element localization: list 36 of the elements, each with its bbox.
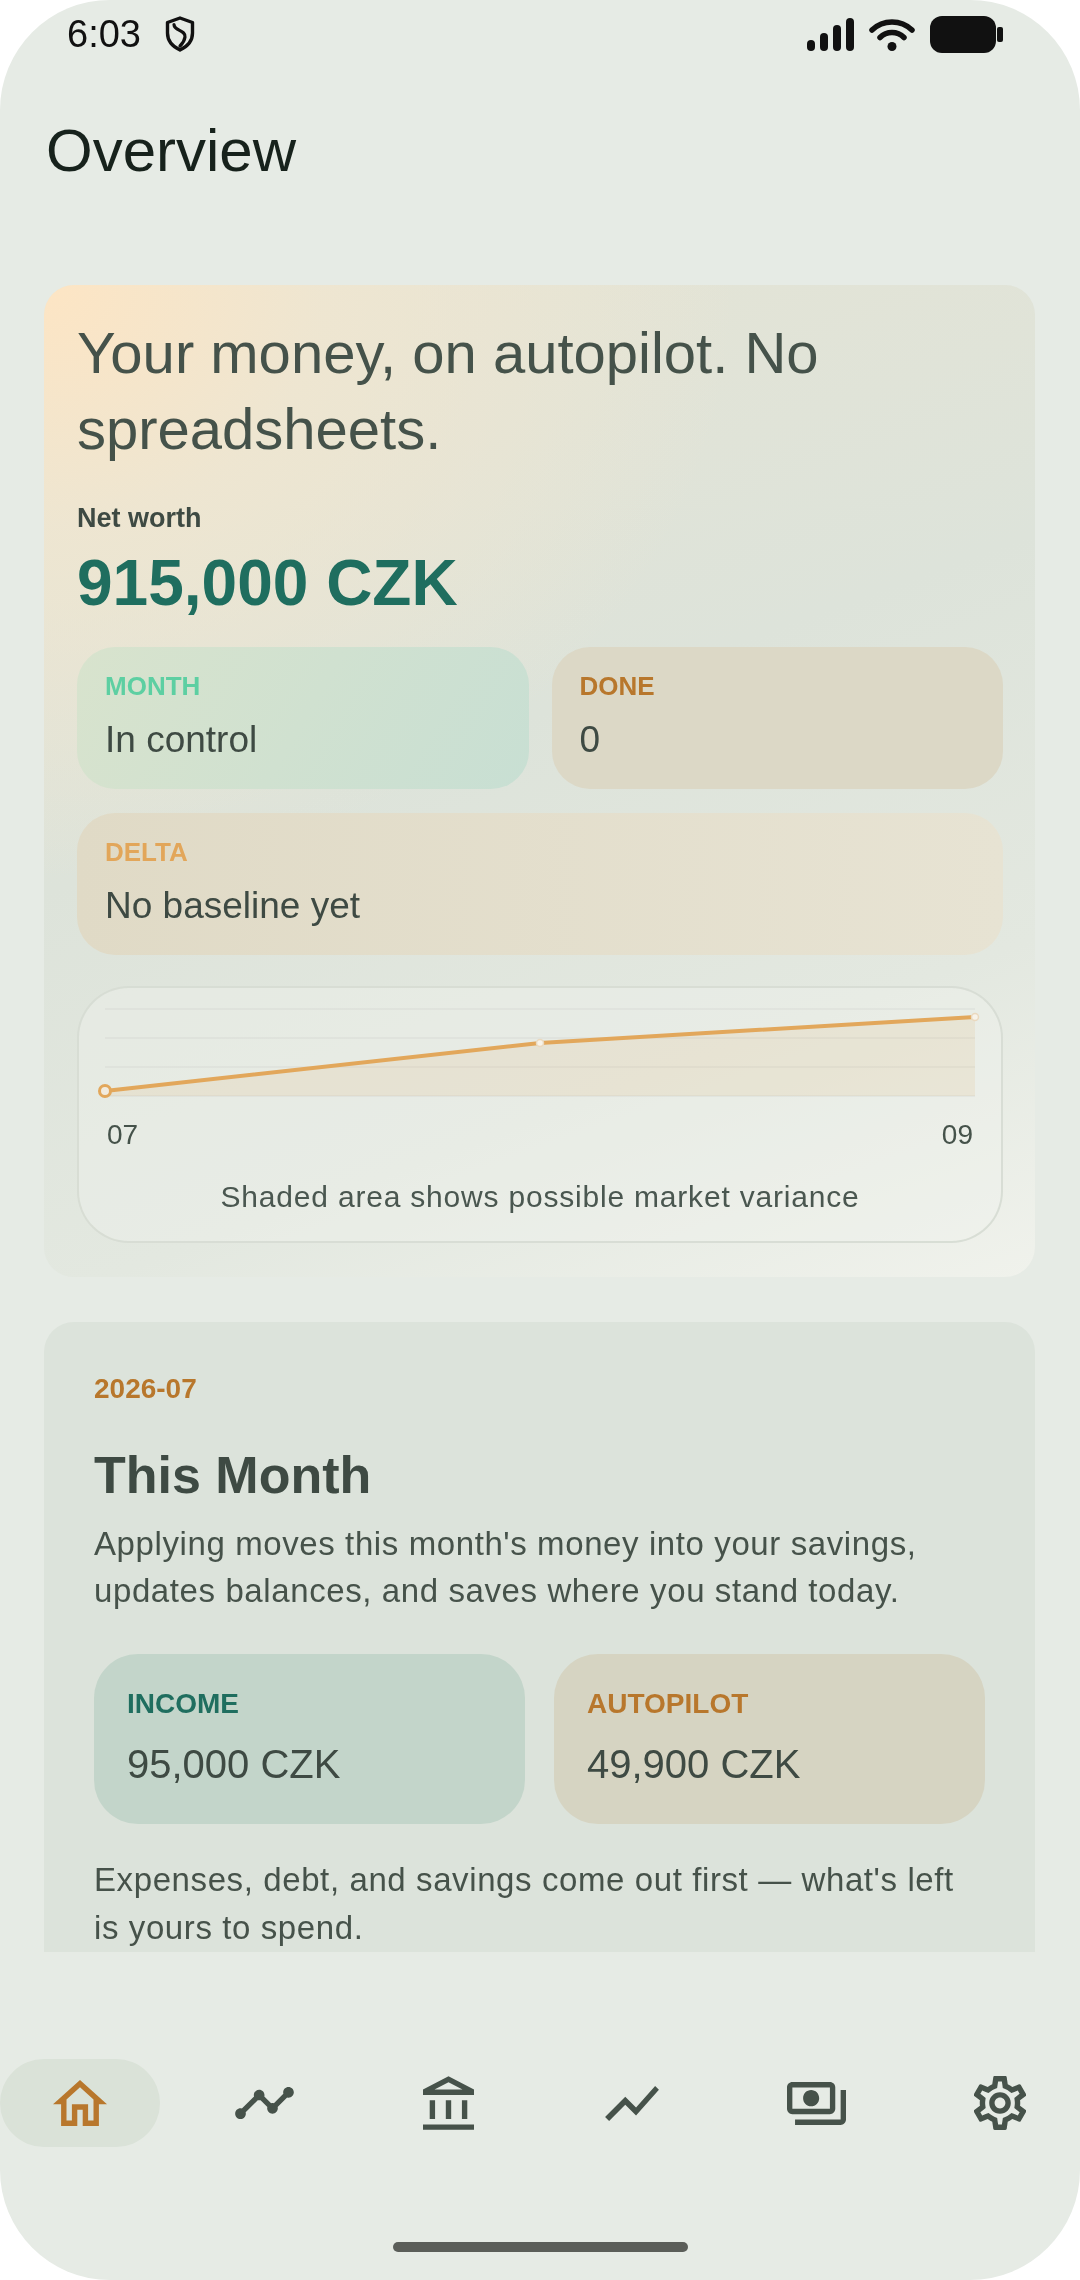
hero-headline: Your money, on autopilot. No spreadsheets. [77, 319, 820, 463]
stat-value: In control [105, 718, 259, 762]
axis-label: 07 [107, 1119, 139, 1151]
chart-caption: Shaded area shows possible market variance [219, 1179, 861, 1215]
wifi-icon [869, 17, 915, 51]
total-label: INCOME [127, 1688, 240, 1720]
section-description: Applying moves this month's money into your savings, updates balances, and saves where you stand today. [94, 1524, 918, 1611]
stat-label: MONTH [105, 671, 202, 701]
screen-title: Overview [46, 121, 298, 181]
clock-time: 6:03 [67, 15, 141, 53]
axis-label: 09 [941, 1119, 973, 1151]
section-note: Expenses, debt, and savings come out first — what's left is yours to spend. [94, 1860, 955, 1948]
signal-icon [807, 17, 854, 51]
stat-label: DELTA [105, 837, 189, 867]
total-label: AUTOPILOT [587, 1688, 750, 1720]
trend-line-icon[interactable] [605, 2085, 659, 2121]
battery-icon [930, 15, 1003, 53]
period-label: 2026-07 [94, 1373, 198, 1405]
section-title: This Month [94, 1445, 373, 1506]
line-graph-icon[interactable] [234, 2087, 294, 2119]
total-value: 95,000 CZK [127, 1741, 342, 1788]
chart-point [970, 1012, 980, 1022]
chart-point [98, 1084, 112, 1098]
stat-label: DONE [579, 671, 656, 701]
home-icon[interactable] [53, 2080, 107, 2126]
banknotes-icon[interactable] [786, 2081, 846, 2125]
total-value: 49,900 CZK [587, 1741, 802, 1788]
stat-value: No baseline yet [105, 884, 362, 928]
net-worth-label: Net worth [77, 502, 203, 534]
stat-value: 0 [579, 718, 602, 762]
chart-point [535, 1038, 545, 1048]
bank-icon[interactable] [422, 2076, 474, 2130]
shield-icon [164, 16, 195, 52]
nav-tab[interactable] [0, 2059, 160, 2147]
net-worth-value: 915,000 CZK [77, 546, 459, 621]
settings-icon[interactable] [974, 2076, 1026, 2130]
